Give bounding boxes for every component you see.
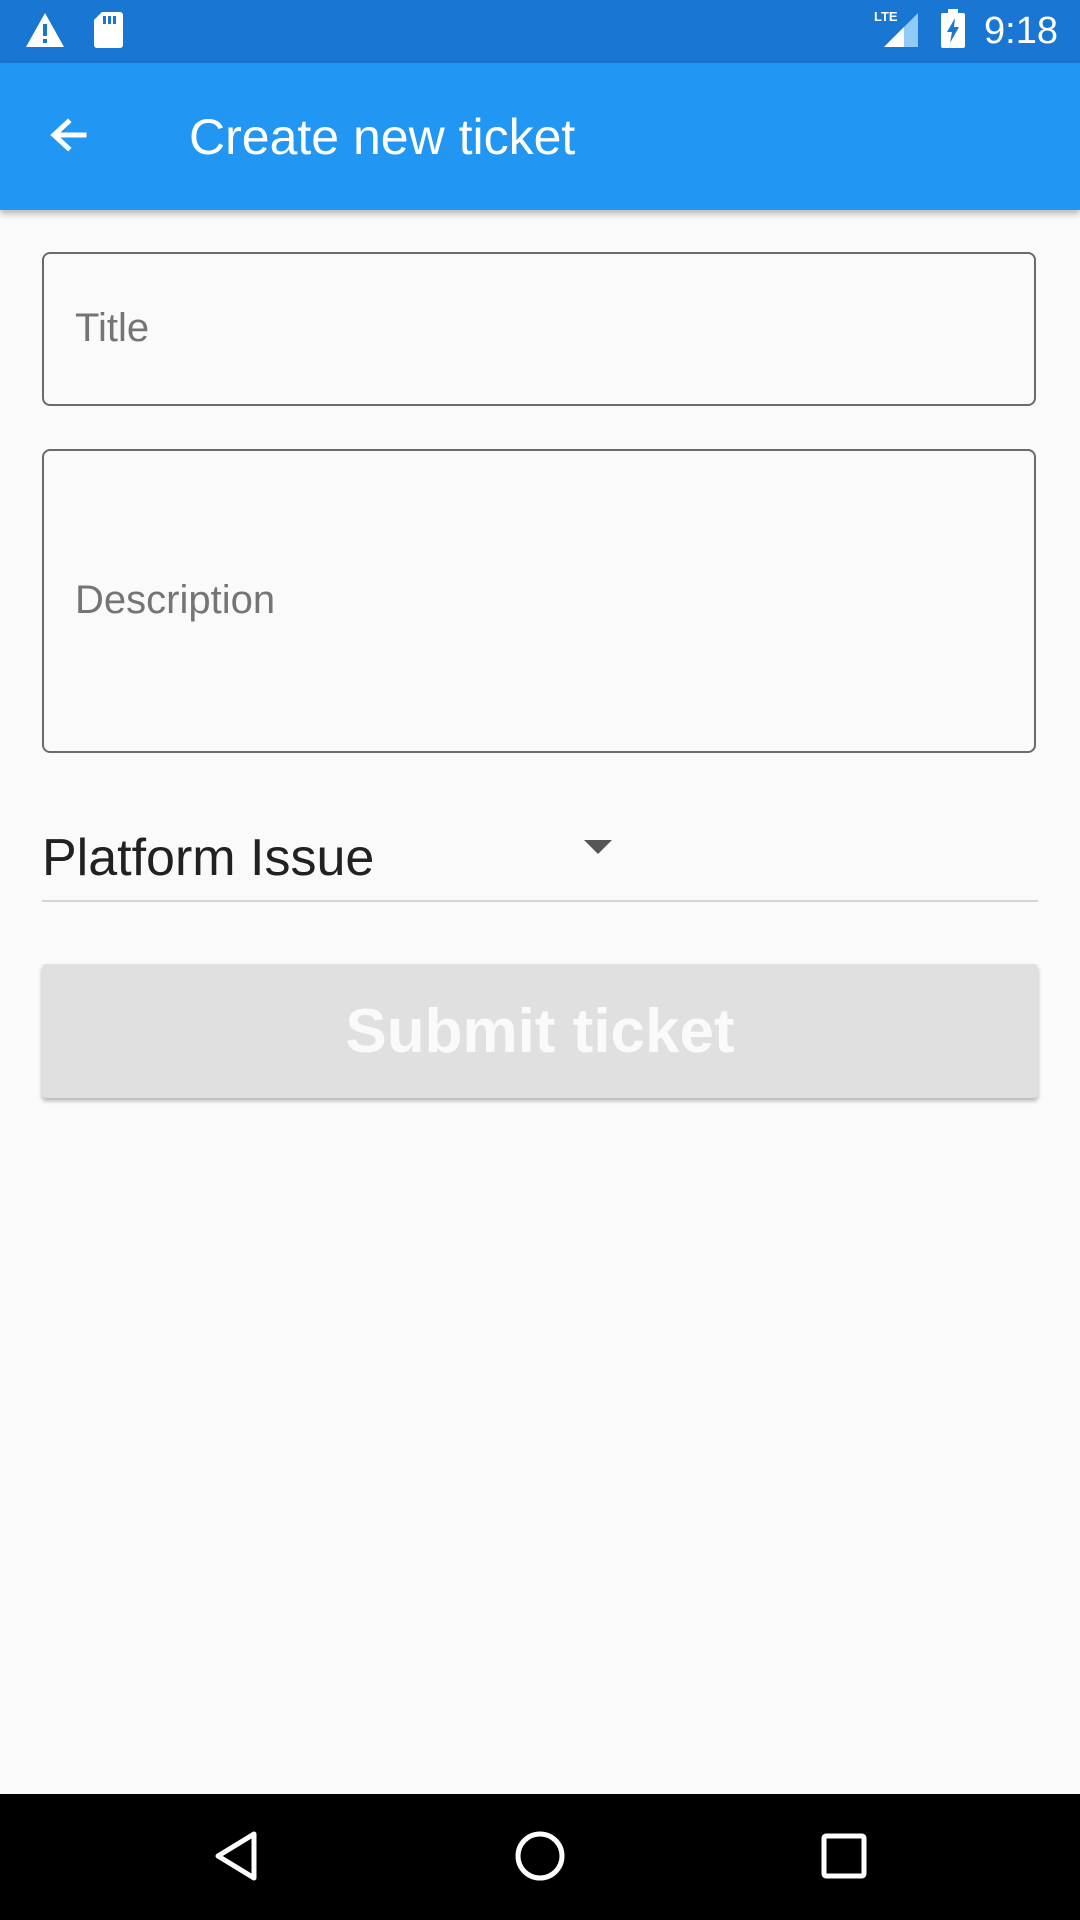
status-time: 9:18 (984, 10, 1058, 52)
description-field-label: Description (75, 578, 276, 622)
system-nav-bar (0, 1794, 1080, 1920)
arrow-back-icon (44, 111, 92, 164)
status-left-icons (24, 10, 124, 55)
category-dropdown[interactable]: Platform Issue (42, 820, 1038, 902)
lte-signal-icon: LTE (874, 9, 922, 54)
submit-ticket-label: Submit ticket (345, 996, 735, 1066)
nav-recents-button[interactable] (802, 1816, 886, 1900)
nav-back-icon (212, 1830, 260, 1887)
submit-ticket-button[interactable]: Submit ticket (42, 964, 1038, 1098)
status-bar: LTE 9:18 (0, 0, 1080, 63)
category-dropdown-value: Platform Issue (42, 829, 375, 887)
nav-back-button[interactable] (194, 1816, 278, 1900)
title-field-label: Title (75, 306, 150, 350)
nav-home-icon (514, 1830, 566, 1887)
battery-charging-icon (940, 8, 966, 54)
nav-home-button[interactable] (498, 1816, 582, 1900)
nav-recents-icon (821, 1833, 867, 1884)
svg-text:LTE: LTE (874, 9, 898, 24)
description-field[interactable]: Description (42, 449, 1036, 753)
app-bar: Create new ticket (0, 63, 1080, 210)
back-button[interactable] (30, 99, 106, 175)
dropdown-arrow-icon (584, 840, 612, 854)
title-field[interactable]: Title (42, 252, 1036, 406)
sd-card-icon (92, 10, 124, 55)
status-right-icons: LTE 9:18 (874, 8, 1058, 54)
warning-icon (24, 11, 66, 54)
page-title: Create new ticket (189, 109, 576, 165)
